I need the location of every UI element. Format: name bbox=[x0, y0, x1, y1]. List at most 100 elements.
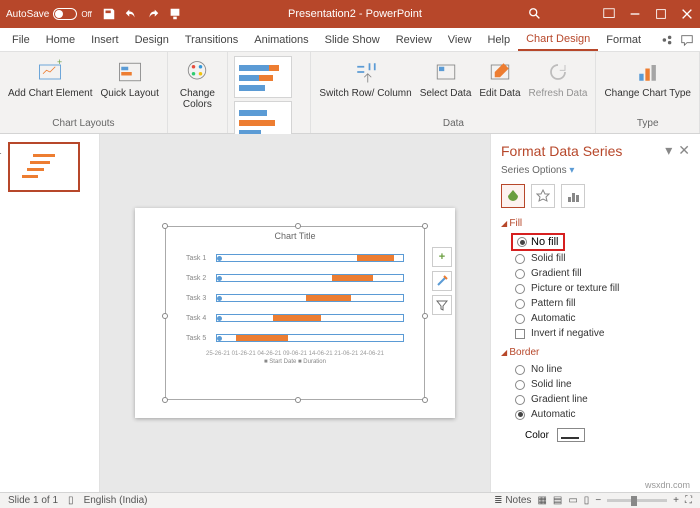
panel-title: Format Data Series bbox=[501, 143, 622, 159]
tab-slideshow[interactable]: Slide Show bbox=[317, 30, 388, 50]
group-data: Switch Row/ Column Select Data Edit Data… bbox=[311, 52, 596, 133]
tab-file[interactable]: File bbox=[4, 30, 38, 50]
accessibility-icon[interactable]: ▯ bbox=[68, 495, 74, 506]
window-title: Presentation2 - PowerPoint bbox=[182, 8, 528, 20]
slide: Chart Title Task 1 Task 2 Task 3 Task 4 … bbox=[135, 208, 455, 418]
chart-styles-button[interactable] bbox=[432, 271, 452, 291]
zoom-slider[interactable] bbox=[607, 499, 667, 502]
notes-button[interactable]: ≣ Notes bbox=[494, 495, 531, 506]
chart-title[interactable]: Chart Title bbox=[166, 227, 424, 241]
chart-filters-button[interactable] bbox=[432, 295, 452, 315]
group-label-type: Type bbox=[602, 118, 693, 129]
pattern-fill-option[interactable]: Pattern fill bbox=[501, 296, 690, 311]
quick-layout-label: Quick Layout bbox=[101, 88, 159, 99]
fit-window-icon[interactable]: ⛶ bbox=[685, 495, 692, 506]
refresh-data-button[interactable]: Refresh Data bbox=[527, 56, 590, 101]
change-colors-label: Change Colors bbox=[176, 88, 219, 110]
slideshow-view-icon[interactable]: ▯ bbox=[584, 495, 590, 506]
title-bar: AutoSave Off Presentation2 - PowerPoint bbox=[0, 0, 700, 28]
start-icon[interactable] bbox=[168, 7, 182, 21]
toggle-off-icon[interactable] bbox=[53, 8, 77, 20]
autosave-toggle[interactable]: AutoSave Off bbox=[6, 8, 92, 20]
svg-text:+: + bbox=[57, 58, 62, 67]
group-change-colors: Change Colors bbox=[168, 52, 228, 133]
automatic-line-option[interactable]: Automatic bbox=[501, 407, 690, 422]
minimize-icon[interactable] bbox=[628, 7, 642, 21]
no-fill-option[interactable]: No fill bbox=[511, 233, 565, 251]
tab-help[interactable]: Help bbox=[479, 30, 518, 50]
panel-subtitle: Series Options bbox=[501, 165, 567, 176]
group-type: Change Chart Type Type bbox=[596, 52, 700, 133]
picture-fill-option[interactable]: Picture or texture fill bbox=[501, 281, 690, 296]
group-chart-layouts: + Add Chart Element Quick Layout Chart L… bbox=[0, 52, 168, 133]
save-icon[interactable] bbox=[102, 7, 116, 21]
tab-home[interactable]: Home bbox=[38, 30, 83, 50]
automatic-fill-option[interactable]: Automatic bbox=[501, 311, 690, 326]
tab-design[interactable]: Design bbox=[127, 30, 177, 50]
radio-icon bbox=[517, 237, 527, 247]
slide-info: Slide 1 of 1 bbox=[8, 495, 58, 506]
quick-layout-button[interactable]: Quick Layout bbox=[99, 56, 161, 101]
series-options-tab-icon[interactable] bbox=[561, 184, 585, 208]
tab-view[interactable]: View bbox=[440, 30, 480, 50]
tab-insert[interactable]: Insert bbox=[83, 30, 127, 50]
effects-tab-icon[interactable] bbox=[531, 184, 555, 208]
group-label-data: Data bbox=[317, 118, 589, 129]
color-swatch-icon[interactable] bbox=[557, 428, 585, 442]
search-icon[interactable] bbox=[528, 7, 542, 21]
redo-icon[interactable] bbox=[146, 7, 160, 21]
language[interactable]: English (India) bbox=[84, 495, 148, 506]
autosave-label: AutoSave bbox=[6, 9, 49, 20]
chart-style-1[interactable] bbox=[234, 56, 292, 98]
share-icon[interactable] bbox=[660, 33, 674, 47]
change-colors-button[interactable]: Change Colors bbox=[174, 56, 221, 112]
ribbon-tabs: File Home Insert Design Transitions Anim… bbox=[0, 28, 700, 52]
edit-data-button[interactable]: Edit Data bbox=[477, 56, 522, 101]
switch-row-column-button[interactable]: Switch Row/ Column bbox=[317, 56, 413, 101]
border-section-head[interactable]: Border bbox=[501, 347, 690, 358]
comments-icon[interactable] bbox=[680, 33, 694, 47]
fill-line-tab-icon[interactable] bbox=[501, 184, 525, 208]
panel-close-icon[interactable]: ✕ bbox=[678, 142, 690, 159]
zoom-out-icon[interactable]: − bbox=[595, 495, 601, 506]
change-chart-type-button[interactable]: Change Chart Type bbox=[602, 56, 693, 101]
slide-thumbnail-1[interactable]: 1 bbox=[8, 142, 80, 192]
sorter-view-icon[interactable]: ▤ bbox=[553, 495, 562, 506]
tab-chart-design[interactable]: Chart Design bbox=[518, 29, 598, 51]
slide-canvas[interactable]: Chart Title Task 1 Task 2 Task 3 Task 4 … bbox=[100, 134, 490, 492]
ribbon: + Add Chart Element Quick Layout Chart L… bbox=[0, 52, 700, 134]
chart-elements-button[interactable]: + bbox=[432, 247, 452, 267]
window-controls bbox=[602, 7, 694, 21]
autosave-state: Off bbox=[81, 10, 92, 19]
add-element-label: Add Chart Element bbox=[8, 88, 93, 99]
select-data-button[interactable]: Select Data bbox=[418, 56, 474, 101]
slide-thumbnail-panel: 1 bbox=[0, 134, 100, 492]
main-area: 1 Chart Title Task 1 Task 2 Task 3 Task … bbox=[0, 134, 700, 492]
zoom-in-icon[interactable]: + bbox=[673, 495, 679, 506]
slide-number: 1 bbox=[0, 146, 2, 157]
gradient-line-option[interactable]: Gradient line bbox=[501, 392, 690, 407]
gradient-fill-option[interactable]: Gradient fill bbox=[501, 266, 690, 281]
reading-view-icon[interactable]: ▭ bbox=[568, 495, 577, 506]
panel-dropdown-icon[interactable]: ▾ bbox=[665, 142, 672, 159]
tab-format[interactable]: Format bbox=[598, 30, 649, 50]
ribbon-options-icon[interactable] bbox=[602, 7, 616, 21]
format-data-series-panel: Format Data Series ▾ ✕ Series Options ▾ … bbox=[490, 134, 700, 492]
chart-legend: ■ Start Date ■ Duration bbox=[176, 359, 414, 365]
solid-fill-option[interactable]: Solid fill bbox=[501, 251, 690, 266]
add-chart-element-button[interactable]: + Add Chart Element bbox=[6, 56, 95, 101]
undo-icon[interactable] bbox=[124, 7, 138, 21]
chart-object[interactable]: Chart Title Task 1 Task 2 Task 3 Task 4 … bbox=[165, 226, 425, 400]
maximize-icon[interactable] bbox=[654, 7, 668, 21]
tab-animations[interactable]: Animations bbox=[246, 30, 316, 50]
solid-line-option[interactable]: Solid line bbox=[501, 377, 690, 392]
normal-view-icon[interactable]: ▦ bbox=[537, 495, 546, 506]
tab-review[interactable]: Review bbox=[388, 30, 440, 50]
status-bar: Slide 1 of 1 ▯ English (India) ≣ Notes ▦… bbox=[0, 492, 700, 508]
invert-negative-option[interactable]: Invert if negative bbox=[501, 326, 690, 341]
no-line-option[interactable]: No line bbox=[501, 362, 690, 377]
tab-transitions[interactable]: Transitions bbox=[177, 30, 246, 50]
border-color-row[interactable]: Color bbox=[501, 428, 690, 442]
close-icon[interactable] bbox=[680, 7, 694, 21]
fill-section-head[interactable]: Fill bbox=[501, 218, 690, 229]
